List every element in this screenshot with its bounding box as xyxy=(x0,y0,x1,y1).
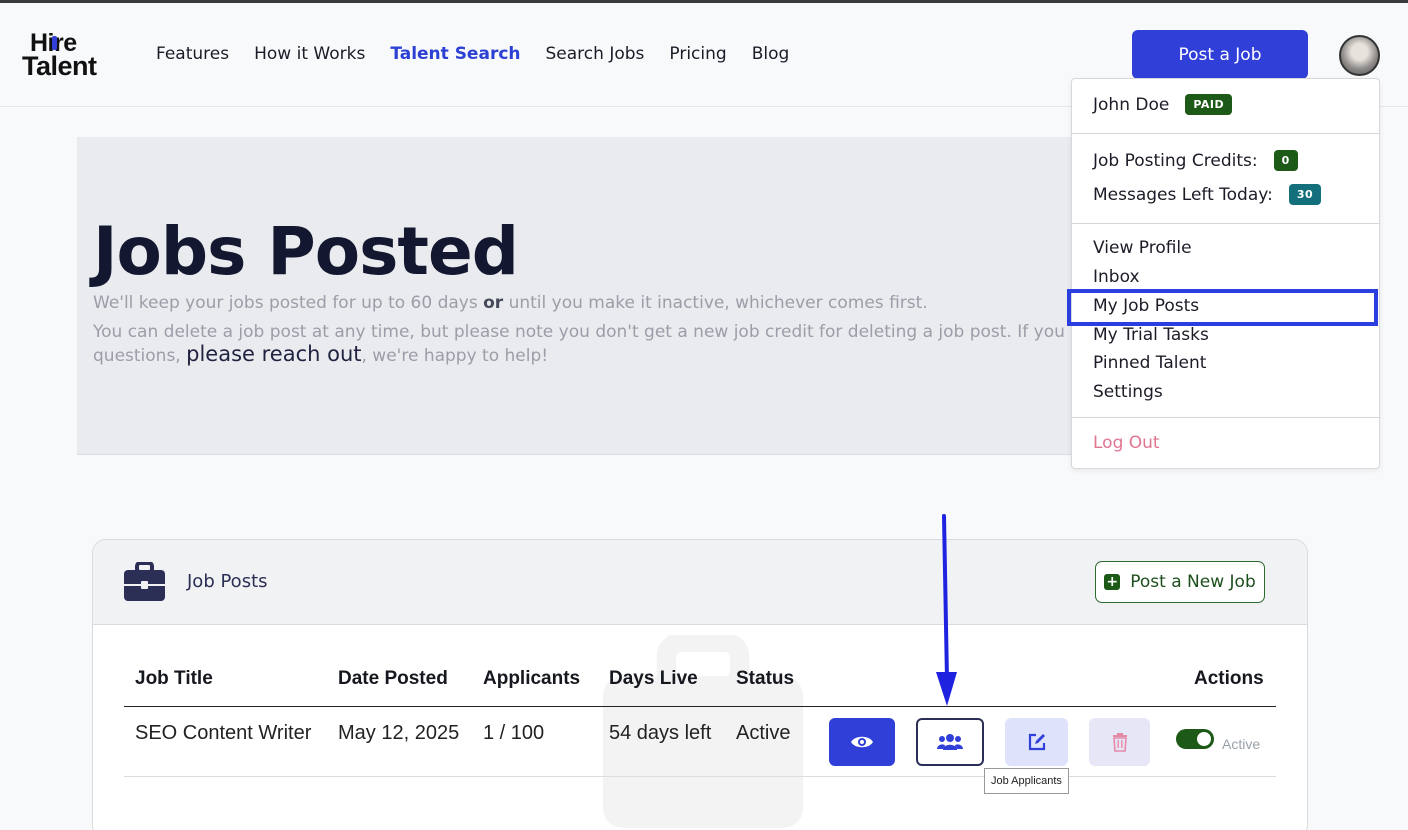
dropdown-divider xyxy=(1072,223,1379,224)
toggle-knob xyxy=(1197,732,1211,746)
col-status: Status xyxy=(736,668,795,689)
delete-job-button[interactable] xyxy=(1089,718,1150,766)
menu-pinned-talent[interactable]: Pinned Talent xyxy=(1093,353,1206,373)
col-days-live: Days Live xyxy=(609,668,698,689)
main-nav: Features How it Works Talent Search Sear… xyxy=(156,44,789,64)
hero-p1-start: We'll keep your jobs posted for up to 60… xyxy=(93,293,484,313)
edit-job-button[interactable] xyxy=(1005,718,1068,766)
nav-talent-search[interactable]: Talent Search xyxy=(390,44,520,64)
annotation-arrow-icon xyxy=(936,514,957,706)
user-avatar[interactable] xyxy=(1339,35,1380,76)
job-posts-card: Job Posts + Post a New Job Job Title Dat… xyxy=(92,539,1308,830)
job-applicants-tooltip: Job Applicants xyxy=(984,768,1069,794)
nav-blog[interactable]: Blog xyxy=(752,44,790,64)
card-header: Job Posts + Post a New Job xyxy=(93,540,1307,625)
page-title: Jobs Posted xyxy=(93,213,519,290)
hero-p1-bold: or xyxy=(483,293,504,313)
trash-icon xyxy=(1112,733,1127,752)
col-job-title: Job Title xyxy=(135,668,213,689)
hero-p3-start: questions, xyxy=(93,346,187,366)
logo-line2: Talent xyxy=(22,51,97,81)
eye-icon xyxy=(851,736,873,748)
menu-view-profile[interactable]: View Profile xyxy=(1093,238,1192,258)
menu-log-out[interactable]: Log Out xyxy=(1093,433,1160,453)
table-header-divider xyxy=(124,706,1276,707)
cell-status: Active xyxy=(736,722,791,744)
credits-row: Job Posting Credits: 0 xyxy=(1093,150,1298,171)
dropdown-user-row: John Doe PAID xyxy=(1093,94,1233,115)
hero-paragraph-2: You can delete a job post at any time, b… xyxy=(93,323,1107,342)
reach-out-link[interactable]: please reach out xyxy=(186,342,361,366)
post-new-job-button[interactable]: + Post a New Job xyxy=(1095,561,1265,603)
users-icon xyxy=(937,734,963,750)
menu-settings[interactable]: Settings xyxy=(1093,382,1163,402)
cell-applicants: 1 / 100 xyxy=(483,722,545,744)
hero-p3-end: , we're happy to help! xyxy=(361,346,549,366)
hero-banner: Jobs Posted We'll keep your jobs posted … xyxy=(77,137,1107,455)
col-applicants: Applicants xyxy=(483,668,581,689)
table-row-divider xyxy=(124,776,1276,777)
credits-badge: 0 xyxy=(1273,150,1298,171)
messages-badge: 30 xyxy=(1288,184,1322,205)
user-dropdown-menu: John Doe PAID Job Posting Credits: 0 Mes… xyxy=(1071,78,1380,469)
messages-row: Messages Left Today: 30 xyxy=(1093,184,1322,205)
messages-label: Messages Left Today: xyxy=(1093,184,1273,205)
hiretalent-logo[interactable]: Hire Talent xyxy=(22,31,124,81)
edit-icon xyxy=(1028,733,1045,751)
menu-my-trial-tasks[interactable]: My Trial Tasks xyxy=(1093,325,1209,345)
briefcase-icon xyxy=(124,562,165,601)
card-title: Job Posts xyxy=(187,571,268,592)
hero-paragraph-1: We'll keep your jobs posted for up to 60… xyxy=(93,293,928,314)
cell-days-live: 54 days left xyxy=(609,722,712,744)
credits-label: Job Posting Credits: xyxy=(1093,150,1258,171)
plan-badge: PAID xyxy=(1185,94,1233,115)
dropdown-user-name: John Doe xyxy=(1093,94,1170,115)
nav-search-jobs[interactable]: Search Jobs xyxy=(546,44,645,64)
toggle-label: Active xyxy=(1222,736,1261,752)
col-date-posted: Date Posted xyxy=(338,668,448,689)
post-new-job-label: Post a New Job xyxy=(1130,572,1256,592)
nav-how-it-works[interactable]: How it Works xyxy=(254,44,365,64)
hero-paragraph-3: questions, please reach out, we're happy… xyxy=(93,342,548,367)
hero-p1-end: until you make it inactive, whichever co… xyxy=(503,293,928,313)
cell-date-posted: May 12, 2025 xyxy=(338,722,460,744)
col-actions: Actions xyxy=(1194,668,1264,689)
post-a-job-button[interactable]: Post a Job xyxy=(1132,30,1308,79)
nav-pricing[interactable]: Pricing xyxy=(669,44,726,64)
dropdown-divider xyxy=(1072,417,1379,418)
annotation-highlight-box xyxy=(1067,289,1378,326)
logo-tie-icon xyxy=(52,36,57,50)
plus-square-icon: + xyxy=(1104,574,1121,590)
cell-job-title: SEO Content Writer xyxy=(135,722,312,744)
dropdown-divider xyxy=(1072,133,1379,134)
active-toggle[interactable] xyxy=(1176,729,1214,749)
view-job-button[interactable] xyxy=(829,718,895,766)
job-applicants-button[interactable] xyxy=(916,718,984,766)
nav-features[interactable]: Features xyxy=(156,44,229,64)
menu-inbox[interactable]: Inbox xyxy=(1093,267,1140,287)
